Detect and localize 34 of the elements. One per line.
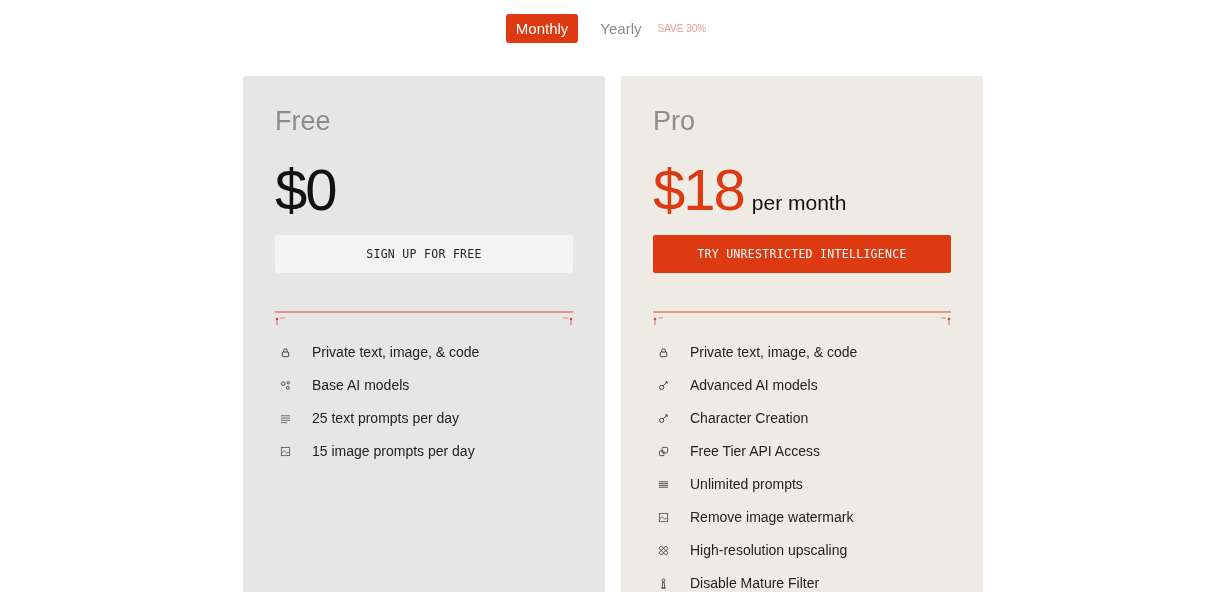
discount-note: SAVE 30% — [657, 23, 707, 34]
feature-text: 25 text prompts per day — [312, 410, 460, 426]
feature-text: Unlimited prompts — [690, 476, 803, 492]
copy-icon — [658, 445, 669, 457]
plan-name: Free — [275, 106, 332, 138]
image-icon — [658, 511, 669, 523]
price-period: per month — [751, 191, 847, 215]
diamond-grid-icon — [658, 544, 669, 556]
feature-text: Free Tier API Access — [690, 443, 820, 459]
feature-text: Private text, image, & code — [312, 344, 480, 360]
figure-icon — [658, 577, 669, 589]
feature-text: Private text, image, & code — [690, 344, 858, 360]
feature-text: Base AI models — [312, 377, 410, 393]
feature-text: Character Creation — [690, 410, 809, 426]
lock-icon — [280, 346, 291, 358]
feature-text: Advanced AI models — [690, 377, 818, 393]
menu-icon — [658, 478, 669, 490]
circles-icon — [280, 379, 291, 391]
lines-icon — [280, 412, 291, 424]
plan-price: $18 — [653, 156, 744, 223]
image-icon — [280, 445, 291, 457]
plan-name: Pro — [653, 106, 697, 138]
feature-text: 15 image prompts per day — [312, 443, 475, 459]
plan-price: $0 — [275, 156, 336, 223]
feature-text: High-resolution upscaling — [690, 542, 848, 558]
key-icon — [658, 379, 669, 391]
feature-text: Remove image watermark — [690, 509, 854, 525]
key-icon — [658, 412, 669, 424]
lock-icon — [658, 346, 669, 358]
feature-text: Disable Mature Filter — [690, 575, 820, 591]
plan-button[interactable]: SIGN UP FOR FREE — [275, 235, 573, 273]
billing-tab[interactable]: Yearly — [590, 14, 652, 43]
plan-button[interactable]: TRY UNRESTRICTED INTELLIGENCE — [653, 235, 951, 273]
billing-tab[interactable]: Monthly — [505, 14, 579, 43]
